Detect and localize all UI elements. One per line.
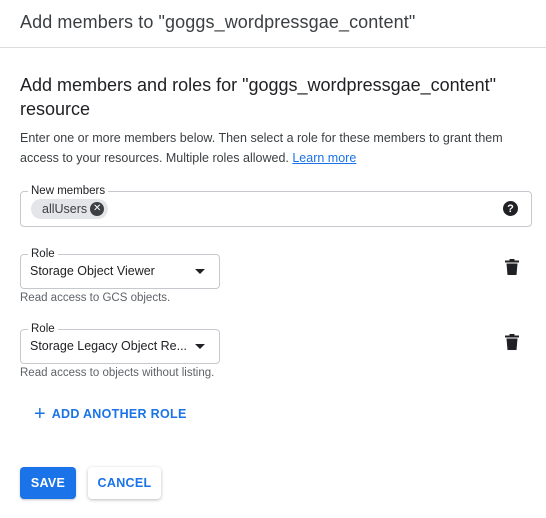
add-another-role-button[interactable]: + ADD ANOTHER ROLE (34, 404, 187, 424)
intro-text: Enter one or more members below. Then se… (20, 128, 535, 168)
close-icon[interactable]: ✕ (90, 202, 105, 216)
help-icon[interactable]: ? (503, 201, 518, 216)
member-chip-label: allUsers (42, 202, 88, 216)
add-another-role-label: ADD ANOTHER ROLE (51, 407, 187, 421)
member-chip: allUsers ✕ (31, 199, 109, 219)
dropdown-arrow-icon (195, 344, 205, 349)
role-value-2: Storage Legacy Object Re... (30, 339, 188, 353)
new-members-label: New members (28, 183, 109, 199)
save-button[interactable]: SAVE (20, 467, 76, 499)
intro-description: Enter one or more members below. Then se… (20, 131, 503, 165)
plus-icon: + (34, 403, 46, 425)
role-label-1: Role (28, 246, 58, 262)
role-hint-2: Read access to objects without listing. (20, 367, 215, 379)
section-heading: Add members and roles for "goggs_wordpre… (20, 75, 497, 119)
learn-more-link[interactable]: Learn more (292, 151, 356, 165)
dropdown-arrow-icon (195, 269, 205, 274)
trash-icon[interactable] (505, 334, 519, 350)
title-divider (0, 47, 546, 48)
role-select-1[interactable]: Role Storage Object Viewer (20, 246, 220, 289)
role-label-2: Role (28, 321, 58, 337)
role-select-2[interactable]: Role Storage Legacy Object Re... (20, 321, 220, 364)
dialog-title: Add members to "goggs_wordpressgae_conte… (20, 12, 416, 32)
trash-icon[interactable] (505, 259, 519, 275)
cancel-button[interactable]: CANCEL (88, 467, 161, 499)
new-members-field[interactable]: New members allUsers ✕ ? (20, 183, 532, 227)
role-value-1: Storage Object Viewer (30, 264, 155, 278)
role-hint-1: Read access to GCS objects. (20, 292, 171, 304)
